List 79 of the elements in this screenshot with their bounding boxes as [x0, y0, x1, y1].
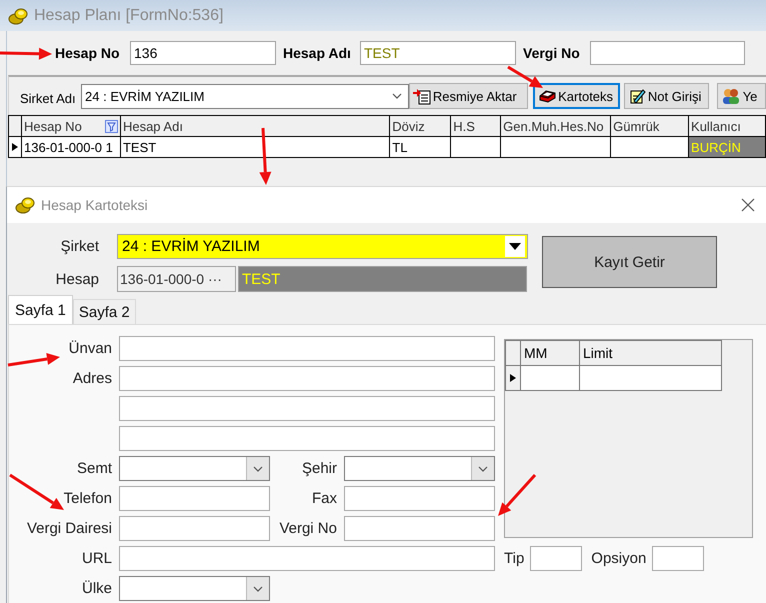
chevron-down-icon [478, 466, 488, 472]
window-title: Hesap Kartoteksi [41, 197, 149, 213]
input-field[interactable] [119, 336, 495, 361]
field-label: Vergi Dairesi [26, 519, 112, 539]
toolbar-button[interactable]: Not Girişi [624, 83, 709, 109]
dropdown-field[interactable] [119, 576, 270, 601]
field-label: Fax [312, 489, 337, 509]
note-icon [628, 87, 646, 105]
window-title: Hesap Planı [FormNo:536] [34, 6, 224, 24]
input-field[interactable] [119, 546, 495, 571]
column-header[interactable]: Gen.Muh.Hes.No [500, 116, 611, 136]
field-label: Tip [504, 550, 526, 567]
coins-icon [15, 196, 35, 214]
column-header[interactable]: MM [520, 340, 580, 366]
card-box-icon [538, 89, 556, 103]
chevron-down-icon [392, 93, 402, 99]
annotation-arrow [498, 474, 536, 516]
document-icon [412, 87, 431, 105]
field-label: Semt [76, 459, 112, 479]
field-label: Ülke [82, 579, 112, 599]
field-label: Vergi No [523, 45, 581, 61]
column-header[interactable]: Döviz [390, 116, 451, 136]
input-field[interactable]: 136 [130, 41, 276, 65]
annotation-arrow [9, 474, 64, 510]
toolbar-button[interactable]: Resmiye Aktar [408, 83, 528, 109]
tab[interactable]: Sayfa 2 [72, 299, 136, 324]
close-icon[interactable] [741, 198, 755, 212]
input-field[interactable] [119, 516, 270, 541]
input-field[interactable] [119, 486, 270, 511]
column-header[interactable]: Gümrük [610, 116, 689, 136]
annotation-arrow [259, 128, 272, 185]
toolbar-button[interactable]: Ye [716, 83, 766, 109]
table-cell: TL [390, 136, 451, 158]
people-icon [720, 87, 741, 105]
annotation-arrow [507, 66, 543, 88]
input-field[interactable]: TEST [360, 41, 516, 65]
dropdown-field[interactable] [344, 456, 495, 481]
toolbar-button[interactable]: Kartoteks [533, 83, 620, 109]
field-label: Sirket Adı [20, 90, 77, 106]
input-field[interactable] [344, 486, 495, 511]
table-cell: TEST [120, 136, 390, 158]
coins-icon [8, 6, 28, 24]
input-field[interactable] [119, 396, 495, 421]
field-label: Hesap [54, 270, 100, 288]
chevron-down-icon [253, 586, 263, 592]
field-label: Adres [72, 369, 112, 389]
field-label: Şirket [60, 238, 100, 255]
table-cell: BURÇİN [688, 136, 766, 158]
column-header[interactable]: Hesap Adı [120, 116, 390, 136]
table-cell: 136-01-000-0 1 [21, 136, 120, 158]
company-dropdown[interactable]: 24 : EVRİM YAZILIM [81, 84, 409, 108]
account-code-field[interactable]: 136-01-000-0 ··· [117, 266, 236, 292]
fetch-button[interactable]: Kayıt Getir [542, 236, 717, 288]
triangle-down-icon [509, 243, 521, 250]
field-label: Vergi No [279, 519, 337, 539]
field-label: Hesap No [55, 45, 121, 61]
column-header[interactable]: H.S [450, 116, 501, 136]
input-field[interactable] [119, 426, 495, 451]
dropdown-field[interactable] [119, 456, 270, 481]
input-field[interactable] [119, 366, 495, 391]
filter-icon [104, 120, 118, 132]
company-dropdown[interactable]: 24 : EVRİM YAZILIM [117, 234, 528, 259]
account-name-field: TEST [238, 266, 527, 292]
column-header[interactable]: Kullanıcı [688, 116, 766, 136]
field-label: URL [82, 549, 112, 569]
tab[interactable]: Sayfa 1 [8, 295, 73, 324]
annotation-arrow [8, 353, 60, 366]
input-field[interactable] [530, 546, 582, 571]
input-field[interactable] [652, 546, 704, 571]
annotation-arrow [0, 48, 52, 60]
input-field[interactable] [344, 516, 495, 541]
column-header[interactable]: Limit [580, 340, 722, 366]
field-label: Hesap Adı [283, 45, 352, 61]
field-label: Telefon [64, 489, 112, 509]
field-label: Opsiyon [591, 550, 648, 567]
field-label: Şehir [302, 459, 337, 479]
input-field[interactable] [590, 41, 745, 65]
field-label: Ünvan [68, 339, 112, 359]
chevron-down-icon [253, 466, 263, 472]
